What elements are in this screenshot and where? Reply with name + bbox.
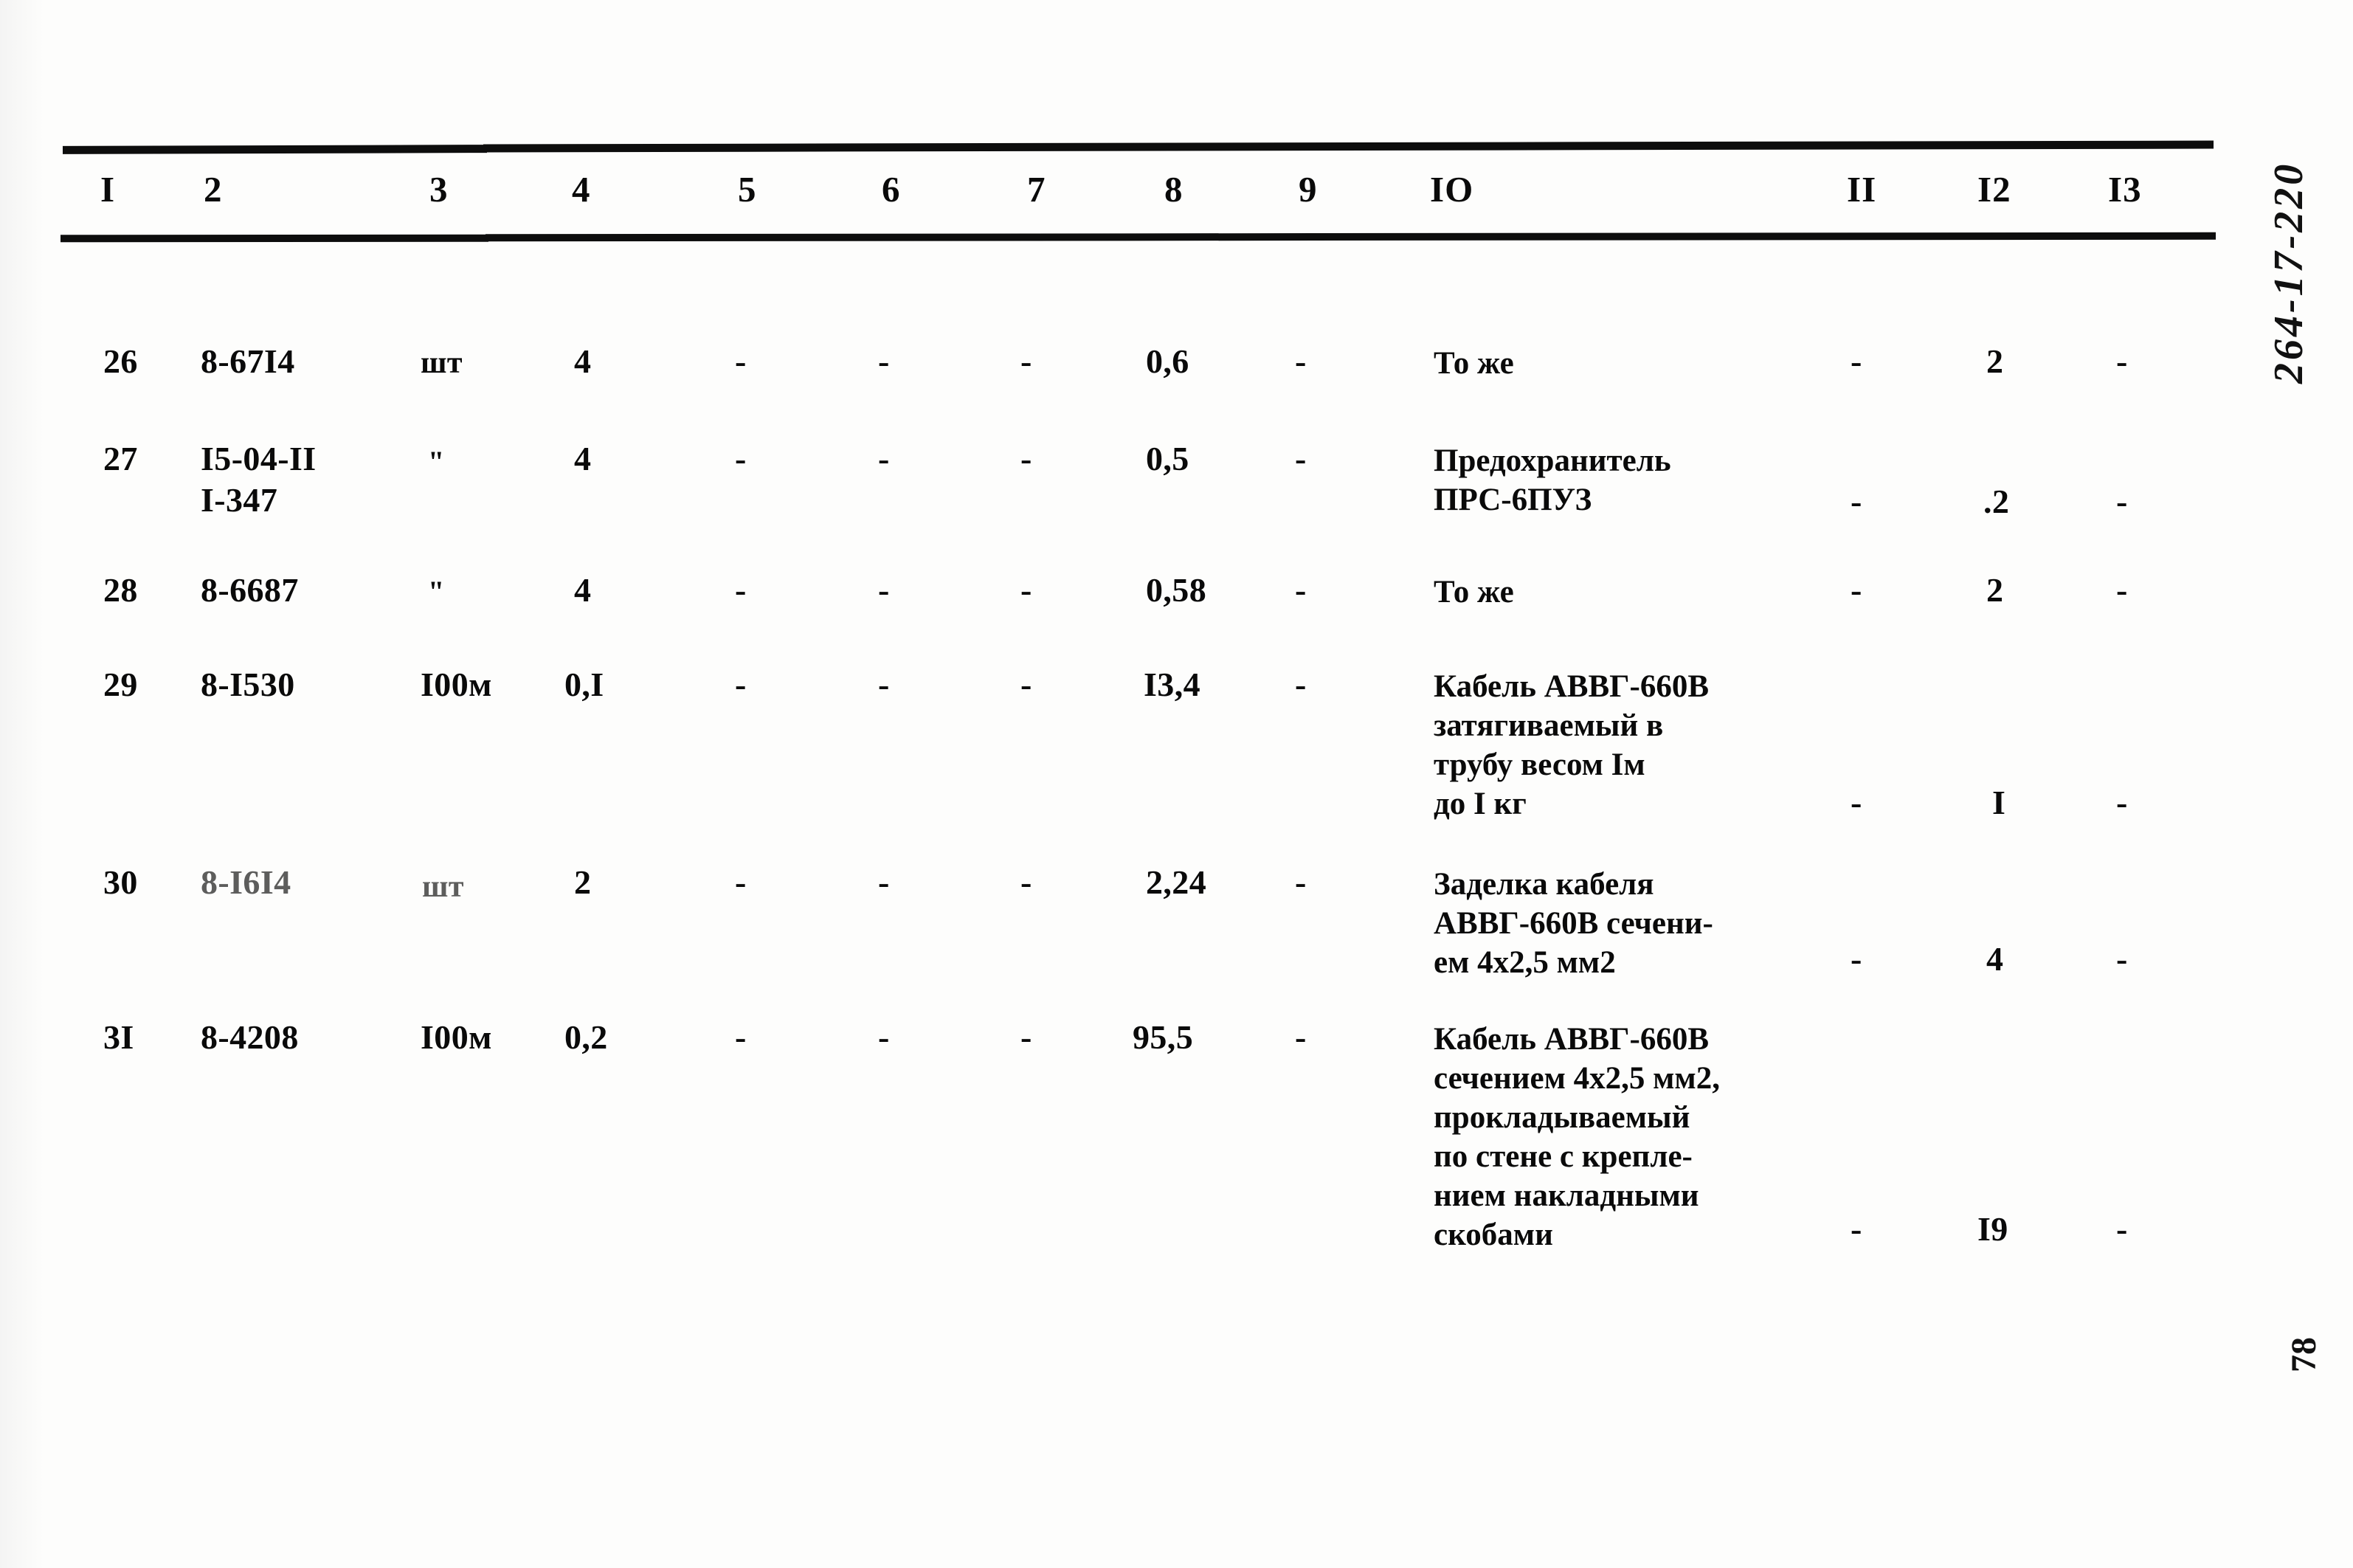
table-row: - [1851,483,1862,520]
table-row: 27 [103,440,138,477]
table-row: .2 [1983,483,2010,520]
table-row: То же [1434,346,1514,381]
table-row: I5-04-II I-347 [201,440,317,519]
table-row: 0,6 [1146,342,1189,380]
table-row: 4 [1986,940,2004,978]
table-row: Кабель АВВГ-660В затягиваемый в трубу ве… [1434,669,1710,821]
table-row: 0,58 [1146,571,1207,609]
table-row: Кабель АВВГ-660В сечением 4х2,5 мм2, про… [1434,1022,1720,1252]
table-row: То же [1434,575,1514,609]
table-row: - [1295,666,1307,703]
table-row: 0,I [564,666,604,703]
table-row: - [1295,342,1307,380]
table-row: I00м [421,666,492,703]
table-row: 2 [574,863,592,901]
table-row: - [1020,342,1032,380]
table-row: 28 [103,571,138,609]
table-row: 2 [1986,571,2004,609]
table-row: " [428,575,445,608]
column-header-3: 3 [429,169,449,210]
table-row: - [1851,571,1862,609]
table-row: - [735,863,747,901]
table-row: - [878,571,890,609]
table-row: I [1992,784,2006,821]
table-header-rule-right [485,232,2216,242]
table-row: - [2116,571,2128,609]
page-number: 78 [2284,1337,2323,1372]
table-row: 3I [103,1018,134,1056]
table-row: - [735,571,747,609]
table-row: Предохранитель ПРС-6ПУЗ [1434,443,1671,517]
table-row: 2 [1986,342,2004,380]
table-row: - [1851,342,1862,380]
table-row: I9 [1977,1210,2008,1248]
table-row: - [878,1018,890,1056]
table-row: - [2116,784,2128,821]
column-header-6: 6 [882,169,901,210]
table-row: 4 [574,342,592,380]
table-row: - [1851,784,1862,821]
table-row: - [1295,863,1307,901]
table-row: - [735,666,747,703]
column-header-4: 4 [572,169,591,210]
table-row: - [1851,940,1862,978]
column-header-5: 5 [738,169,757,210]
column-header-12: I2 [1977,169,2011,210]
column-header-13: I3 [2108,169,2142,210]
table-row: - [1295,440,1307,477]
table-row: 0,2 [564,1018,608,1056]
table-row: - [735,440,747,477]
table-row: - [2116,940,2128,978]
table-row: 8-4208 [201,1018,299,1056]
column-header-2: 2 [204,169,223,210]
table-row: 0,5 [1146,440,1189,477]
column-header-10: IO [1430,169,1474,210]
table-row: шт [421,346,463,380]
table-row: 4 [574,440,592,477]
table-row: 30 [103,863,138,901]
table-row: 26 [103,342,138,380]
table-row: - [1295,1018,1307,1056]
table-row: 8-6687 [201,571,299,609]
table-row: - [878,666,890,703]
margin-document-code: 264-17-220 [2266,161,2312,384]
table-row: - [735,1018,747,1056]
scan-edge-shading [0,0,44,1568]
table-row: - [2116,483,2128,520]
table-row: 8-I530 [201,666,295,703]
column-header-8: 8 [1164,169,1184,210]
table-row: - [735,342,747,380]
table-row: - [1295,571,1307,609]
scanned-page: I 2 3 4 5 6 7 8 9 IO II I2 I3 26 8-67I4 … [0,0,2353,1568]
table-top-rule-left [62,145,488,154]
table-row: - [1851,1210,1862,1248]
table-top-rule-right [483,140,2214,153]
table-row: - [1020,440,1032,477]
table-row: Заделка кабеля АВВГ-660В сечени- ем 4х2,… [1434,867,1713,980]
table-row: I00м [421,1018,492,1056]
table-row: шт [422,870,464,904]
table-row: " [428,445,445,478]
table-row: 29 [103,666,138,703]
table-row: 8-67I4 [201,342,295,380]
table-row: - [878,440,890,477]
column-header-7: 7 [1027,169,1046,210]
column-header-11: II [1847,169,1877,210]
column-header-1: I [100,169,116,210]
table-row: 4 [574,571,592,609]
table-row: 8-I6I4 [201,863,291,901]
table-row: I3,4 [1144,666,1201,703]
table-row: - [1020,666,1032,703]
table-row: - [2116,1210,2128,1248]
column-header-9: 9 [1299,169,1318,210]
table-row: - [1020,1018,1032,1056]
table-header-rule-left [60,234,489,243]
table-row: - [1020,863,1032,901]
table-row: - [2116,342,2128,380]
table-row: 95,5 [1133,1018,1194,1056]
table-row: 2,24 [1146,863,1207,901]
table-row: - [878,342,890,380]
table-row: - [878,863,890,901]
table-row: - [1020,571,1032,609]
